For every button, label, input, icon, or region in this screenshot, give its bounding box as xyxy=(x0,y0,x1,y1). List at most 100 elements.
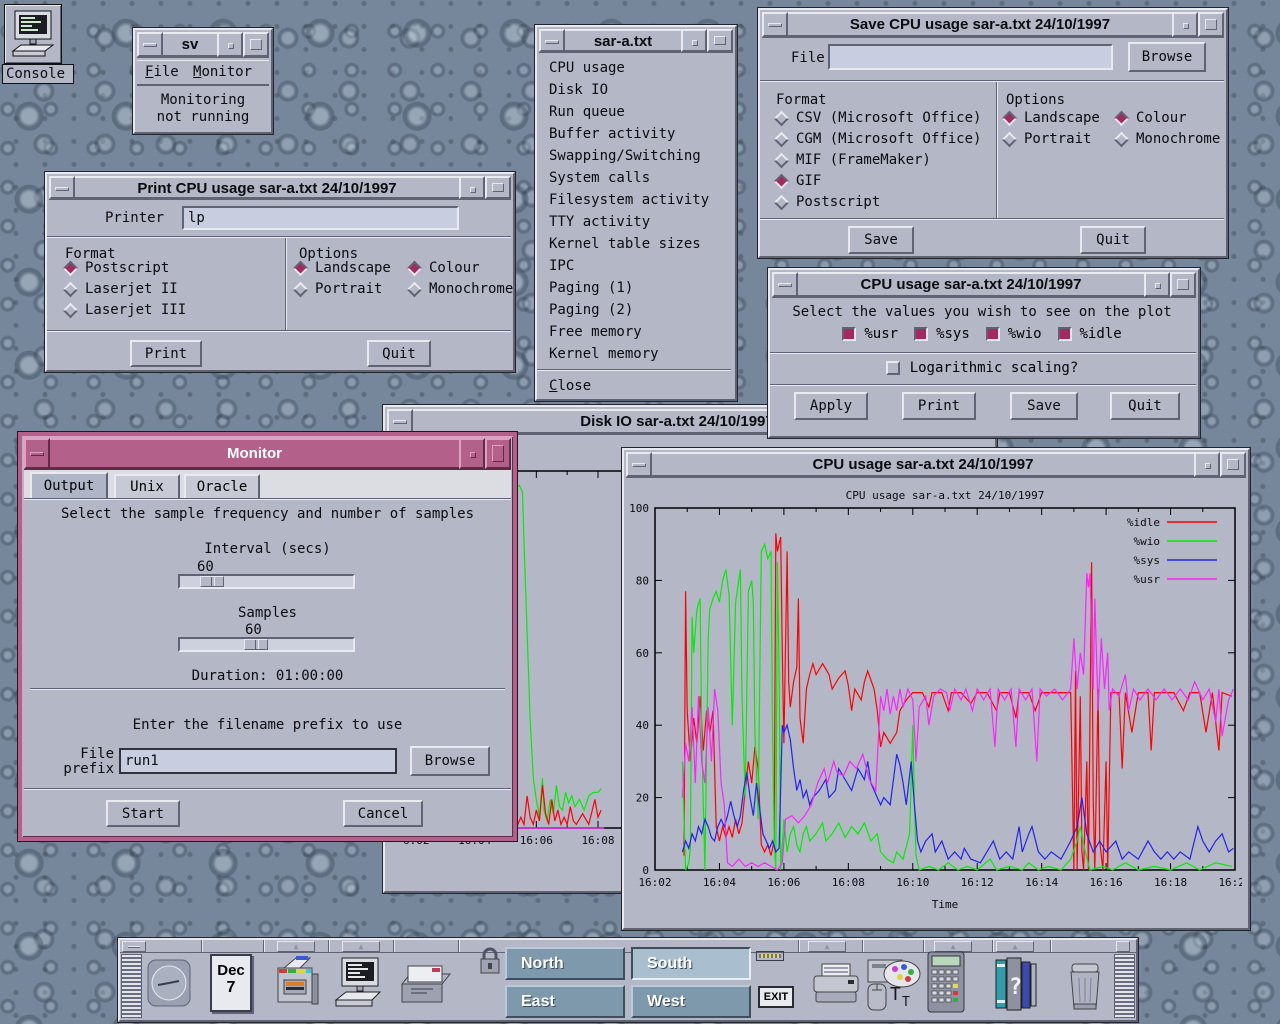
value-checkbox-sys[interactable]: %sys xyxy=(914,326,970,342)
list-item-kernel-table-sizes[interactable]: Kernel table sizes xyxy=(537,233,731,255)
minimize-button[interactable] xyxy=(459,438,485,469)
subpanel-arrow-files[interactable]: ▲ xyxy=(277,941,315,952)
print-titlebar[interactable]: Print CPU usage sar-a.txt 24/10/1997 xyxy=(49,176,511,200)
print-colour-monochrome[interactable]: Monochrome xyxy=(409,281,513,297)
trash-icon[interactable] xyxy=(1062,954,1106,1016)
cancel-button[interactable]: Cancel xyxy=(343,800,423,827)
help-icon[interactable]: ? xyxy=(990,954,1040,1016)
workspace-south-button[interactable]: South xyxy=(631,947,751,980)
window-menu-button[interactable] xyxy=(539,29,565,52)
list-item-free-memory[interactable]: Free memory xyxy=(537,321,731,343)
list-item-paging-2-[interactable]: Paging (2) xyxy=(537,299,731,321)
radio-diamond-icon[interactable] xyxy=(1114,110,1130,126)
save-colour-monochrome[interactable]: Monochrome xyxy=(1116,131,1220,147)
tab-unix[interactable]: Unix xyxy=(114,474,180,498)
radio-diamond-icon[interactable] xyxy=(63,281,79,297)
radio-diamond-icon[interactable] xyxy=(774,194,790,210)
checkbox-icon[interactable] xyxy=(914,327,928,341)
minimize-button[interactable] xyxy=(217,32,243,57)
file-manager-icon[interactable] xyxy=(270,954,322,1014)
window-menu-button[interactable] xyxy=(387,409,413,434)
window-menu-button[interactable] xyxy=(49,176,75,199)
window-menu-button[interactable] xyxy=(626,452,652,477)
panel-corner-button[interactable] xyxy=(1116,941,1130,952)
checkbox-icon[interactable] xyxy=(842,327,856,341)
exit-button[interactable]: EXIT xyxy=(758,986,794,1008)
window-menu-button[interactable] xyxy=(762,12,788,37)
print-orientation-portrait[interactable]: Portrait xyxy=(295,281,382,297)
file-prefix-input[interactable] xyxy=(119,748,397,774)
workspace-east-button[interactable]: East xyxy=(505,985,625,1018)
values-titlebar[interactable]: CPU usage sar-a.txt 24/10/1997 xyxy=(772,272,1196,298)
save-format-gif[interactable]: GIF xyxy=(776,173,821,189)
calculator-icon[interactable] xyxy=(922,950,970,1016)
quit-button[interactable]: Quit xyxy=(1110,392,1180,420)
interval-slider-handle[interactable] xyxy=(200,576,224,587)
list-item-cpu-usage[interactable]: CPU usage xyxy=(537,57,731,79)
save-orientation-landscape[interactable]: Landscape xyxy=(1004,110,1100,126)
print-colour-colour[interactable]: Colour xyxy=(409,260,480,276)
maximize-button[interactable] xyxy=(1220,452,1246,477)
print-format-laserjet-iii[interactable]: Laserjet III xyxy=(65,302,186,318)
radio-diamond-icon[interactable] xyxy=(63,260,79,276)
maximize-button[interactable] xyxy=(243,32,269,57)
radio-diamond-icon[interactable] xyxy=(1002,110,1018,126)
minimize-button[interactable] xyxy=(1194,452,1220,477)
samples-slider[interactable] xyxy=(178,637,355,652)
start-button[interactable]: Start xyxy=(106,800,180,827)
sv-titlebar[interactable]: sv xyxy=(137,32,269,58)
list-item-ipc[interactable]: IPC xyxy=(537,255,731,277)
menu-file[interactable]: File xyxy=(145,64,179,80)
list-item-system-calls[interactable]: System calls xyxy=(537,167,731,189)
print-button[interactable]: Print xyxy=(902,392,976,420)
interval-slider[interactable] xyxy=(178,574,355,589)
window-menu-button[interactable] xyxy=(137,32,163,57)
workspace-north-button[interactable]: North xyxy=(505,947,625,980)
panel-handle-left[interactable] xyxy=(121,954,142,1018)
maximize-button[interactable] xyxy=(485,176,511,199)
list-item-paging-1-[interactable]: Paging (1) xyxy=(537,277,731,299)
panel-handle-right[interactable] xyxy=(1114,954,1135,1018)
minimize-button[interactable] xyxy=(1144,272,1170,297)
print-format-postscript[interactable]: Postscript xyxy=(65,260,169,276)
maximize-button[interactable] xyxy=(1170,272,1196,297)
window-menu-button[interactable] xyxy=(24,438,50,469)
radio-diamond-icon[interactable] xyxy=(774,131,790,147)
print-button[interactable]: Print xyxy=(130,340,202,367)
list-item-swapping-switching[interactable]: Swapping/Switching xyxy=(537,145,731,167)
minimize-button[interactable] xyxy=(459,176,485,199)
value-checkbox-wio[interactable]: %wio xyxy=(986,326,1042,342)
file-list-titlebar[interactable]: sar-a.txt xyxy=(539,29,733,53)
save-format-csv-microsoft-office-[interactable]: CSV (Microsoft Office) xyxy=(776,110,981,126)
file-input[interactable] xyxy=(828,44,1113,70)
radio-diamond-icon[interactable] xyxy=(774,110,790,126)
monitor-titlebar[interactable]: Monitor xyxy=(24,438,511,470)
radio-diamond-icon[interactable] xyxy=(774,152,790,168)
save-colour-colour[interactable]: Colour xyxy=(1116,110,1187,126)
save-orientation-portrait[interactable]: Portrait xyxy=(1004,131,1091,147)
tab-output[interactable]: Output xyxy=(30,472,108,498)
maximize-button[interactable] xyxy=(707,29,733,52)
terminal-icon[interactable] xyxy=(330,954,386,1014)
clock-icon[interactable] xyxy=(146,956,192,1012)
subpanel-arrow-printer[interactable]: ▲ xyxy=(808,941,846,952)
radio-diamond-icon[interactable] xyxy=(774,173,790,189)
cpu-plot-titlebar[interactable]: CPU usage sar-a.txt 24/10/1997 xyxy=(626,452,1246,478)
value-checkbox-usr[interactable]: %usr xyxy=(842,326,898,342)
subpanel-arrow-help[interactable]: ▲ xyxy=(996,941,1034,952)
maximize-button[interactable] xyxy=(1198,12,1224,37)
checkbox-icon[interactable] xyxy=(1058,327,1072,341)
save-button[interactable]: Save xyxy=(848,226,914,254)
minimize-button[interactable] xyxy=(1172,12,1198,37)
panel-menu-button[interactable] xyxy=(122,941,146,952)
list-item-filesystem-activity[interactable]: Filesystem activity xyxy=(537,189,731,211)
print-format-laserjet-ii[interactable]: Laserjet II xyxy=(65,281,178,297)
tab-oracle[interactable]: Oracle xyxy=(184,474,260,498)
radio-diamond-icon[interactable] xyxy=(63,302,79,318)
apply-button[interactable]: Apply xyxy=(794,392,868,420)
list-item-disk-io[interactable]: Disk IO xyxy=(537,79,731,101)
printer-input[interactable] xyxy=(182,206,459,230)
radio-diamond-icon[interactable] xyxy=(293,281,309,297)
style-manager-icon[interactable]: T T xyxy=(864,954,922,1016)
calendar-icon[interactable]: Dec 7 xyxy=(210,954,252,1012)
